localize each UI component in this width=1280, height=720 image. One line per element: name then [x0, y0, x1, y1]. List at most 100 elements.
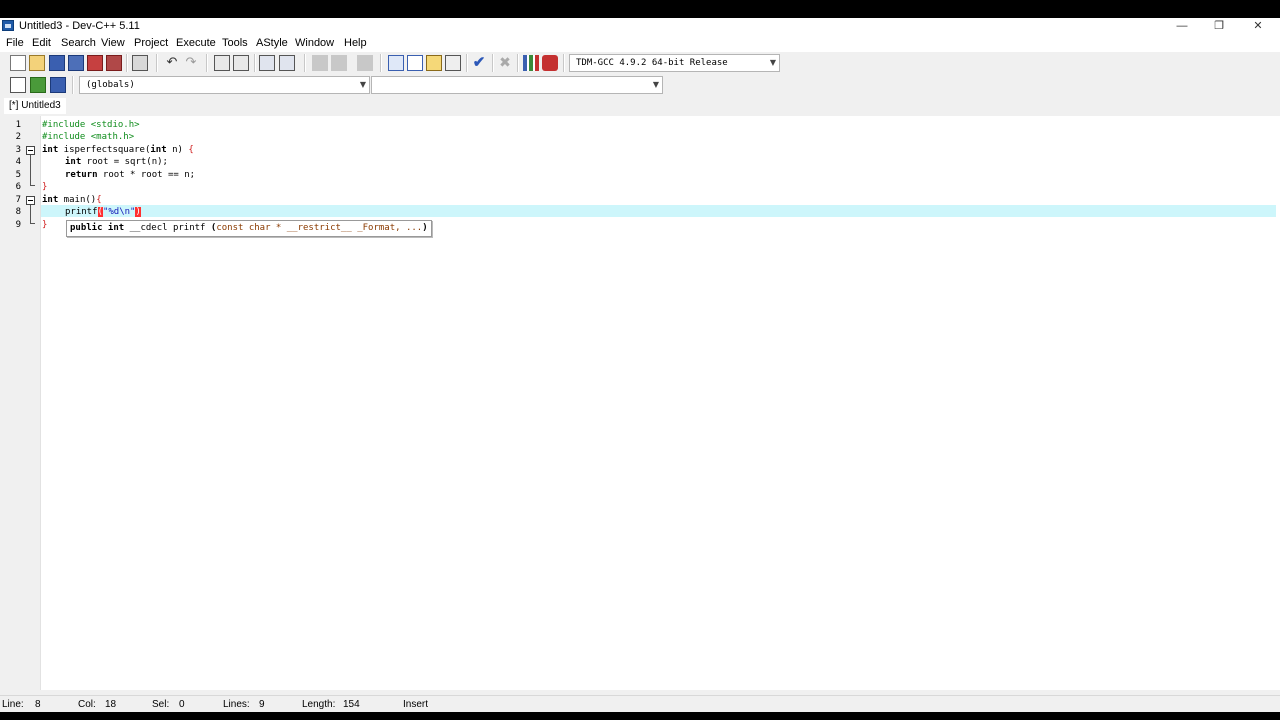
toolbar-separator	[517, 54, 519, 72]
devcpp-app-icon	[2, 20, 14, 31]
menu-window[interactable]: Window	[295, 36, 334, 50]
window-icon[interactable]	[407, 55, 423, 71]
compiler-select-value: TDM-GCC 4.9.2 64-bit Release	[576, 58, 728, 68]
forward-icon	[331, 55, 347, 71]
member-select[interactable]: ▼	[371, 76, 663, 94]
line-number: 6	[15, 182, 21, 192]
main-toolbar: ↶ ↷ ✔ ✖ TDM-GCC 4.9.2 64-bit Release ▼	[0, 52, 1280, 74]
toolbar-separator	[563, 54, 565, 72]
code-line-5: return root * root == n;	[65, 169, 195, 181]
fold-collapse-icon[interactable]	[26, 196, 35, 205]
brace: }	[42, 182, 48, 192]
toolbar-separator	[254, 54, 256, 72]
minimize-button[interactable]: —	[1168, 18, 1196, 34]
line-number: 4	[15, 157, 21, 167]
function-signature: isperfectsquare(	[58, 145, 151, 155]
hint-paren: )	[422, 223, 428, 233]
compiler-select[interactable]: TDM-GCC 4.9.2 64-bit Release ▼	[569, 54, 780, 72]
goto-line-icon[interactable]	[259, 55, 275, 71]
menu-execute[interactable]: Execute	[176, 36, 216, 50]
toolbar-separator	[466, 54, 468, 72]
close-all-icon[interactable]	[106, 55, 122, 71]
toggle-icon[interactable]	[30, 77, 46, 93]
function-parameter-hint: public int __cdecl printf (const char * …	[66, 220, 432, 237]
preprocessor-directive: #include <stdio.h>	[42, 120, 140, 130]
menu-help[interactable]: Help	[344, 36, 367, 50]
status-line-value: 8	[35, 699, 41, 710]
keyword: return	[65, 170, 98, 180]
goto-icon[interactable]	[50, 77, 66, 93]
fold-collapse-icon[interactable]	[26, 146, 35, 155]
tab-untitled3[interactable]: [*] Untitled3	[4, 98, 66, 114]
brace: {	[96, 195, 102, 205]
menu-search[interactable]: Search	[61, 36, 96, 50]
toolbar-separator	[206, 54, 208, 72]
code-text: n)	[166, 145, 189, 155]
undo-icon[interactable]: ↶	[164, 55, 180, 71]
toolbar-separator	[492, 54, 494, 72]
insert-icon[interactable]	[10, 77, 26, 93]
editor-tab-bar: [*] Untitled3	[0, 98, 1280, 114]
code-line-6: }	[42, 181, 47, 193]
print-icon[interactable]	[132, 55, 148, 71]
status-length-value: 154	[343, 699, 360, 710]
toolbar-separator	[156, 54, 158, 72]
chevron-down-icon: ▼	[769, 58, 776, 67]
hint-return-type: public int	[70, 223, 125, 233]
close-file-icon[interactable]	[87, 55, 103, 71]
title-bar: Untitled3 - Dev-C++ 5.11 — ❐ ✕	[0, 18, 1280, 34]
status-lines-label: Lines:	[223, 699, 250, 710]
stop-icon: ✖	[499, 54, 511, 70]
save-all-icon[interactable]	[68, 55, 84, 71]
find-icon[interactable]	[214, 55, 230, 71]
line-number: 9	[15, 220, 21, 230]
menu-astyle[interactable]: AStyle	[256, 36, 288, 50]
scope-select-value: (globals)	[86, 80, 135, 90]
code-line-1: #include <stdio.h>	[42, 119, 140, 131]
open-file-icon[interactable]	[29, 55, 45, 71]
tile-icon[interactable]	[445, 55, 461, 71]
class-toolbar: (globals) ▼ ▼	[0, 74, 1280, 96]
code-text: root = sqrt(n);	[81, 157, 168, 167]
brace: {	[188, 145, 194, 155]
current-line-highlight	[41, 205, 1276, 217]
back-icon	[312, 55, 328, 71]
line-number: 1	[15, 120, 21, 130]
line-number-gutter: 1 2 3 4 5 6 7 8 9	[0, 116, 41, 690]
status-bar: Line: 8 Col: 18 Sel: 0 Lines: 9 Length: …	[0, 695, 1280, 712]
line-number: 2	[15, 132, 21, 142]
keyword: int	[42, 145, 59, 155]
menu-tools[interactable]: Tools	[222, 36, 248, 50]
check-syntax-icon[interactable]: ✔	[471, 55, 487, 71]
scope-select[interactable]: (globals) ▼	[79, 76, 370, 94]
preprocessor-directive: #include <math.h>	[42, 132, 135, 142]
code-text: root * root == n;	[97, 170, 196, 180]
class-browser-icon[interactable]	[426, 55, 442, 71]
status-insert-mode: Insert	[403, 699, 429, 710]
save-icon[interactable]	[49, 55, 65, 71]
status-sel-value: 0	[179, 699, 185, 710]
profile-chart-icon[interactable]	[523, 55, 539, 71]
replace-icon[interactable]	[233, 55, 249, 71]
project-manager-icon[interactable]	[388, 55, 404, 71]
line-number: 3	[15, 145, 21, 155]
menu-view[interactable]: View	[101, 36, 125, 50]
status-sel-label: Sel:	[152, 699, 170, 710]
code-editor[interactable]: 1 2 3 4 5 6 7 8 9 #include <stdio.h> #in…	[0, 116, 1280, 690]
menu-file[interactable]: File	[6, 36, 24, 50]
keyword: int	[42, 195, 59, 205]
restore-button[interactable]: ❐	[1205, 18, 1233, 34]
menu-edit[interactable]: Edit	[32, 36, 51, 50]
indent-icon[interactable]	[279, 55, 295, 71]
new-file-icon[interactable]	[10, 55, 26, 71]
toolbar-separator	[72, 76, 74, 94]
menu-project[interactable]: Project	[134, 36, 168, 50]
string-literal: "%d\n"	[102, 207, 136, 217]
brace: }	[42, 220, 48, 230]
code-line-3: int isperfectsquare(int n) {	[42, 144, 194, 156]
redo-icon[interactable]: ↷	[183, 55, 199, 71]
line-number: 8	[15, 207, 21, 217]
function-call: printf	[65, 207, 98, 217]
close-button[interactable]: ✕	[1244, 18, 1272, 34]
debug-icon[interactable]	[542, 55, 558, 71]
